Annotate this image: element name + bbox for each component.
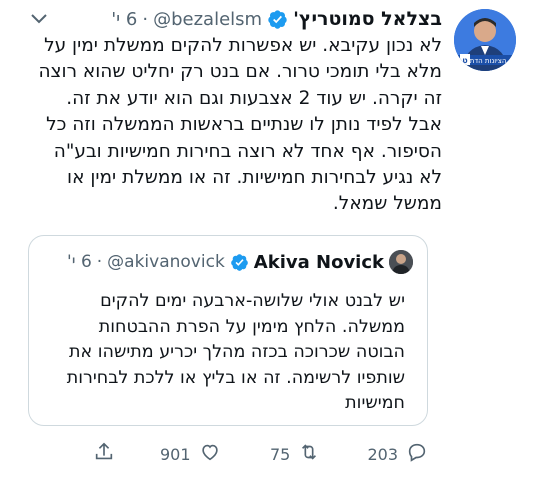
tweet-body: לא נכון עקיבא. יש אפשרות להקים ממשלת ימי… bbox=[12, 33, 442, 218]
quoted-body-line: שותפיו לרשימה. זה או בליץ או ללכת לבחירו… bbox=[66, 367, 405, 388]
share-icon bbox=[93, 441, 115, 467]
reply-button[interactable]: 203 bbox=[367, 440, 428, 468]
quoted-author-name[interactable]: Akiva Novick bbox=[254, 252, 384, 273]
retweet-icon bbox=[298, 441, 320, 467]
tweet-body-line: זה יקרה. יש עוד 2 אצבעות וגם הוא יודע את… bbox=[66, 87, 442, 109]
quoted-author-avatar[interactable] bbox=[389, 250, 413, 274]
retweet-count: 75 bbox=[270, 444, 291, 464]
quoted-tweet-timestamp[interactable]: 6 י' bbox=[67, 252, 92, 272]
quoted-body-line: יש לבנט אולי שלושה-ארבעה ימים להקים bbox=[100, 291, 405, 311]
chevron-down-icon[interactable] bbox=[30, 10, 48, 24]
quoted-body-line: חמישיות bbox=[345, 393, 405, 414]
reply-icon bbox=[406, 441, 428, 467]
quoted-tweet-header: Akiva Novick @akivanovick · 6 י' bbox=[67, 249, 413, 275]
author-avatar[interactable]: הציונות הדתית ט bbox=[454, 9, 516, 71]
tweet-header: בצלאל סמוטריץ' @bezalelsm · 6 י' bbox=[111, 4, 442, 34]
tweet: הציונות הדתית ט בצלאל סמוטריץ' @bezalels… bbox=[0, 0, 538, 480]
retweet-button[interactable]: 75 bbox=[270, 440, 320, 468]
tweet-action-bar: 203 75 901 bbox=[0, 440, 538, 468]
tweet-body-line: מלא בלי תומכי טרור. אם בנט רק יחליט שהוא… bbox=[38, 61, 442, 83]
tweet-body-line: לא נכון עקיבא. יש אפשרות להקים ממשלת ימי… bbox=[44, 35, 442, 56]
quoted-tweet-body: יש לבנט אולי שלושה-ארבעה ימים להקים ממשל… bbox=[45, 289, 405, 417]
quoted-author-handle[interactable]: @akivanovick bbox=[107, 252, 225, 272]
header-separator: · bbox=[142, 8, 149, 30]
quoted-header-separator: · bbox=[96, 252, 103, 272]
like-button[interactable]: 901 bbox=[160, 440, 221, 468]
tweet-body-line: ממשל שמאל. bbox=[332, 193, 442, 215]
quoted-body-line: ממשלה. הלחץ מימין על הפרת ההבטחות bbox=[98, 316, 405, 337]
author-handle[interactable]: @bezalelsm bbox=[153, 9, 262, 30]
tweet-body-line: הסיפור. אף אחד לא רוצה בחירות חמישיות וב… bbox=[53, 140, 442, 162]
quoted-tweet[interactable]: Akiva Novick @akivanovick · 6 י' יש לבנט… bbox=[28, 235, 428, 426]
quoted-body-line: הבוטה שכרוכה בכזה מהלך יכריע מתישהו את bbox=[68, 342, 405, 363]
avatar-badge-text: ט bbox=[462, 56, 467, 65]
tweet-timestamp[interactable]: 6 י' bbox=[111, 9, 137, 30]
like-icon bbox=[199, 441, 221, 467]
like-count: 901 bbox=[160, 444, 191, 464]
verified-badge-icon bbox=[267, 9, 288, 30]
verified-badge-icon bbox=[230, 253, 249, 272]
tweet-body-line: לא נגיע לבחירות חמישיות. זה או ממשלת ימי… bbox=[67, 167, 442, 189]
tweet-body-line: אבל לפיד נותן לו שנתיים בראשות הממשלה וז… bbox=[46, 114, 442, 136]
share-button[interactable] bbox=[93, 440, 115, 468]
reply-count: 203 bbox=[367, 444, 398, 464]
author-name[interactable]: בצלאל סמוטריץ' bbox=[293, 8, 442, 30]
